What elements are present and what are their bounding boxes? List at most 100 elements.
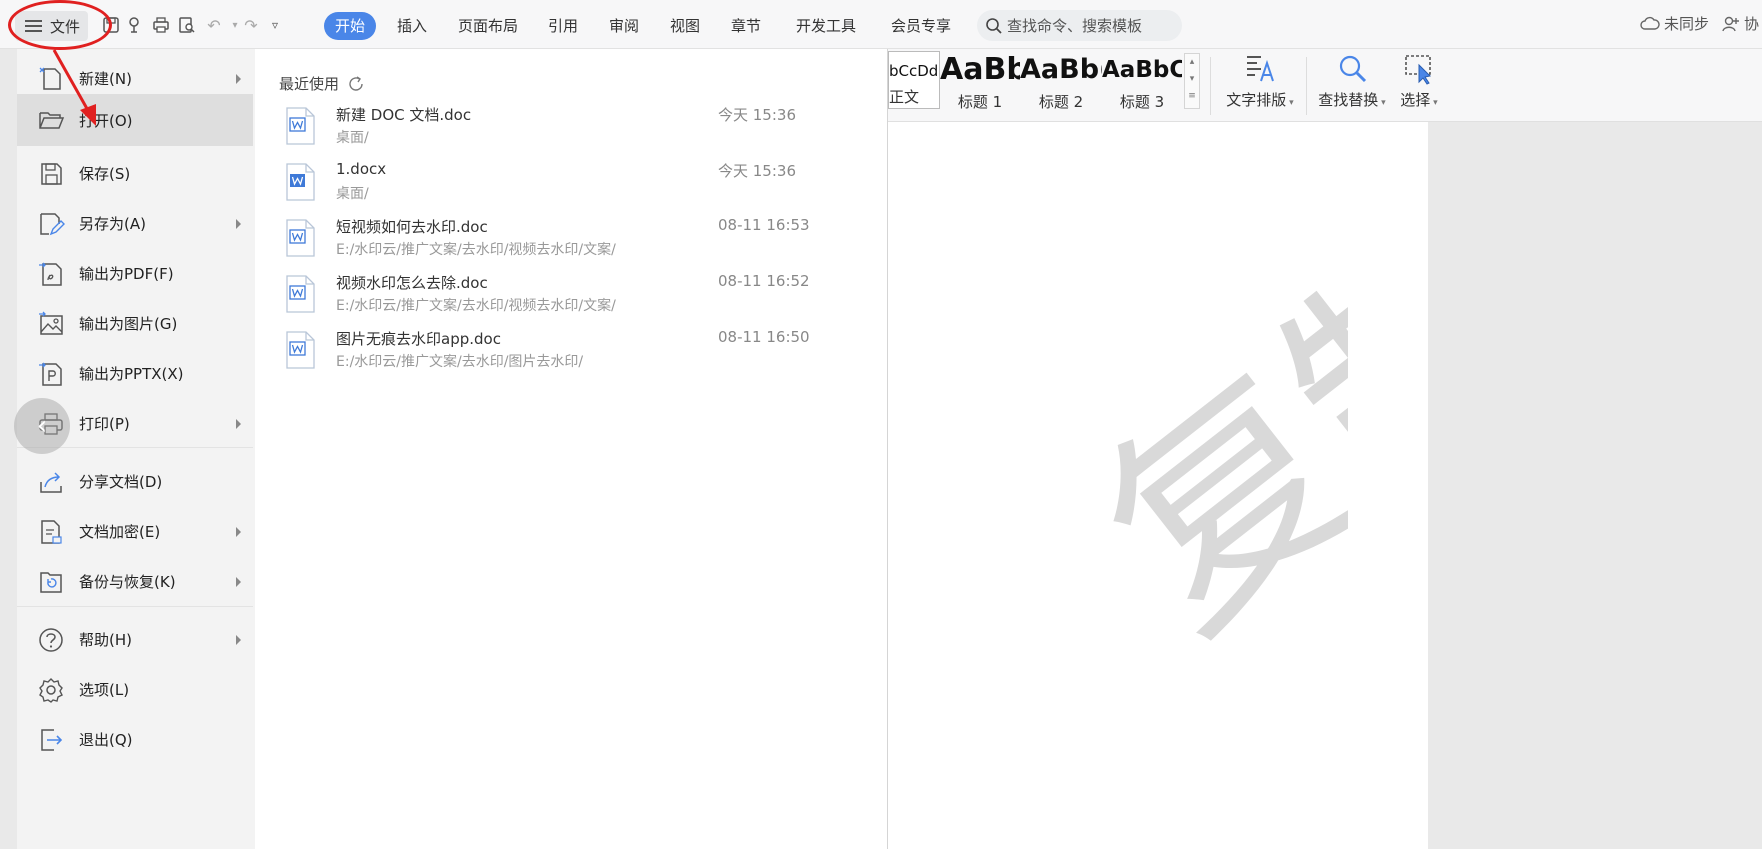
export-image-icon xyxy=(37,310,65,338)
menu-item-label: 文档加密(E) xyxy=(79,523,161,541)
recent-file-row[interactable]: 新建 DOC 文档.doc 桌面/ 今天 15:36 xyxy=(255,101,885,163)
document-page[interactable]: 复制 xyxy=(888,122,1428,849)
style-gallery-scroll[interactable]: ▴ ▾ ≡ xyxy=(1184,53,1200,109)
find-replace-label: 查找替换 xyxy=(1318,91,1379,109)
recent-file-row[interactable]: 图片无痕去水印app.doc E:/水印云/推广文案/去水印/图片去水印/ 08… xyxy=(255,325,885,387)
style-heading-2[interactable]: AaBb( 标题 2 xyxy=(1020,51,1102,111)
tab-view[interactable]: 视图 xyxy=(659,12,711,40)
customize-quick-access-icon[interactable]: ▿ xyxy=(264,14,286,36)
file-path: 桌面/ xyxy=(336,130,369,146)
style-normal[interactable]: bCcDd 正文 xyxy=(888,51,940,109)
tab-sections[interactable]: 章节 xyxy=(720,12,772,40)
chevron-right-icon xyxy=(236,576,241,587)
style-heading-1-sample: AaBb xyxy=(940,52,1020,87)
document-canvas[interactable]: 复制 xyxy=(888,122,1762,849)
chevron-right-icon xyxy=(236,526,241,537)
file-time: 08-11 16:53 xyxy=(718,216,810,234)
refresh-icon[interactable] xyxy=(347,75,365,93)
exit-icon xyxy=(37,726,65,754)
text-layout-icon xyxy=(1247,56,1274,82)
file-path: 桌面/ xyxy=(336,186,369,202)
find-replace-button[interactable]: 查找替换 ▾ xyxy=(1312,53,1392,110)
collaborate-button[interactable]: 协 xyxy=(1722,13,1759,34)
select-label: 选择 xyxy=(1400,91,1431,109)
ribbon-separator xyxy=(1306,57,1307,115)
scroll-left-button[interactable]: ‹ xyxy=(14,398,70,454)
chevron-left-icon: ‹ xyxy=(36,411,48,441)
tab-insert[interactable]: 插入 xyxy=(386,12,438,40)
tab-developer[interactable]: 开发工具 xyxy=(785,12,867,40)
word-docx-icon xyxy=(286,163,315,201)
sync-label: 未同步 xyxy=(1664,15,1710,33)
menu-item-options[interactable]: 选项(L) xyxy=(17,662,253,717)
word-doc-icon xyxy=(286,107,315,145)
menu-item-label: 选项(L) xyxy=(79,681,130,699)
command-search-input[interactable]: 查找命令、搜索模板 xyxy=(977,10,1182,41)
tab-page-layout[interactable]: 页面布局 xyxy=(447,12,529,40)
file-time: 今天 15:36 xyxy=(718,106,796,124)
menu-item-label: 退出(Q) xyxy=(79,731,133,749)
encrypt-icon xyxy=(37,518,65,546)
style-normal-label: 正文 xyxy=(889,88,920,106)
format-painter-icon[interactable] xyxy=(125,14,147,36)
menu-item-label: 输出为PDF(F) xyxy=(79,265,174,283)
recent-title: 最近使用 xyxy=(279,75,340,93)
word-doc-icon xyxy=(286,331,315,369)
menu-item-save-as[interactable]: 另存为(A) xyxy=(17,196,253,251)
backup-icon xyxy=(37,568,65,596)
file-path: E:/水印云/推广文案/去水印/视频去水印/文案/ xyxy=(336,242,616,258)
menu-item-share[interactable]: 分享文档(D) xyxy=(17,454,253,509)
menu-item-exit[interactable]: 退出(Q) xyxy=(17,712,253,767)
tab-references[interactable]: 引用 xyxy=(537,12,589,40)
top-toolbar: 文件 ↶ ▾ ↷ ▿ 开始 插入 页面布局 引用 审阅 视图 章节 开发工具 会… xyxy=(0,0,1762,49)
menu-item-backup[interactable]: 备份与恢复(K) xyxy=(17,554,253,609)
recent-file-row[interactable]: 视频水印怎么去除.doc E:/水印云/推广文案/去水印/视频去水印/文案/ 0… xyxy=(255,269,885,331)
share-icon xyxy=(37,468,65,496)
help-icon xyxy=(37,626,65,654)
menu-item-label: 帮助(H) xyxy=(79,631,132,649)
tab-start[interactable]: 开始 xyxy=(324,12,377,40)
recent-file-row[interactable]: 短视频如何去水印.doc E:/水印云/推广文案/去水印/视频去水印/文案/ 0… xyxy=(255,213,885,275)
chevron-right-icon xyxy=(236,73,241,84)
sync-status[interactable]: 未同步 xyxy=(1640,13,1709,34)
file-path: E:/水印云/推广文案/去水印/视频去水印/文案/ xyxy=(336,298,616,314)
menu-item-label: 打印(P) xyxy=(79,415,130,433)
tab-member[interactable]: 会员专享 xyxy=(880,12,962,40)
menu-item-save[interactable]: 保存(S) xyxy=(17,146,253,201)
cloud-icon xyxy=(1640,16,1660,30)
menu-item-encrypt[interactable]: 文档加密(E) xyxy=(17,504,253,559)
style-heading-3-label: 标题 3 xyxy=(1119,93,1165,111)
watermark: 复制 xyxy=(1058,242,1348,678)
print-preview-icon[interactable] xyxy=(176,14,198,36)
style-heading-1[interactable]: AaBb 标题 1 xyxy=(940,51,1020,111)
save-as-icon xyxy=(37,210,65,238)
file-name: 视频水印怎么去除.doc xyxy=(336,274,488,292)
menu-item-help[interactable]: 帮助(H) xyxy=(17,612,253,667)
annotation-arrow-icon xyxy=(52,49,96,126)
file-time: 08-11 16:52 xyxy=(718,272,810,290)
word-doc-icon xyxy=(286,219,315,257)
chevron-right-icon xyxy=(236,218,241,229)
undo-icon[interactable]: ↶ xyxy=(203,14,225,36)
text-layout-button[interactable]: 文字排版 ▾ xyxy=(1220,53,1300,110)
menu-item-export-image[interactable]: 输出为图片(G) xyxy=(17,296,253,351)
file-name: 1.docx xyxy=(336,160,387,178)
ribbon-separator xyxy=(1210,57,1211,115)
recent-file-row[interactable]: 1.docx 桌面/ 今天 15:36 xyxy=(255,157,885,219)
menu-divider xyxy=(17,606,253,607)
collaborate-label: 协 xyxy=(1744,15,1760,33)
style-heading-2-label: 标题 2 xyxy=(1038,93,1084,111)
menu-item-export-pdf[interactable]: 输出为PDF(F) xyxy=(17,246,253,301)
ribbon-start: bCcDd 正文 AaBb 标题 1 AaBb( 标题 2 AaBbC 标题 3… xyxy=(888,49,1762,122)
print-quick-icon[interactable] xyxy=(150,14,172,36)
redo-icon[interactable]: ↷ xyxy=(240,14,262,36)
style-heading-1-label: 标题 1 xyxy=(957,93,1003,111)
select-button[interactable]: 选择 ▾ xyxy=(1391,53,1447,110)
menu-item-export-pptx[interactable]: 输出为PPTX(X) xyxy=(17,346,253,401)
menu-item-label: 输出为图片(G) xyxy=(79,315,178,333)
recent-header: 最近使用 xyxy=(279,73,365,94)
style-heading-3[interactable]: AaBbC 标题 3 xyxy=(1102,51,1182,111)
tab-review[interactable]: 审阅 xyxy=(598,12,650,40)
style-heading-2-sample: AaBb( xyxy=(1020,54,1102,85)
text-layout-label: 文字排版 xyxy=(1226,91,1287,109)
